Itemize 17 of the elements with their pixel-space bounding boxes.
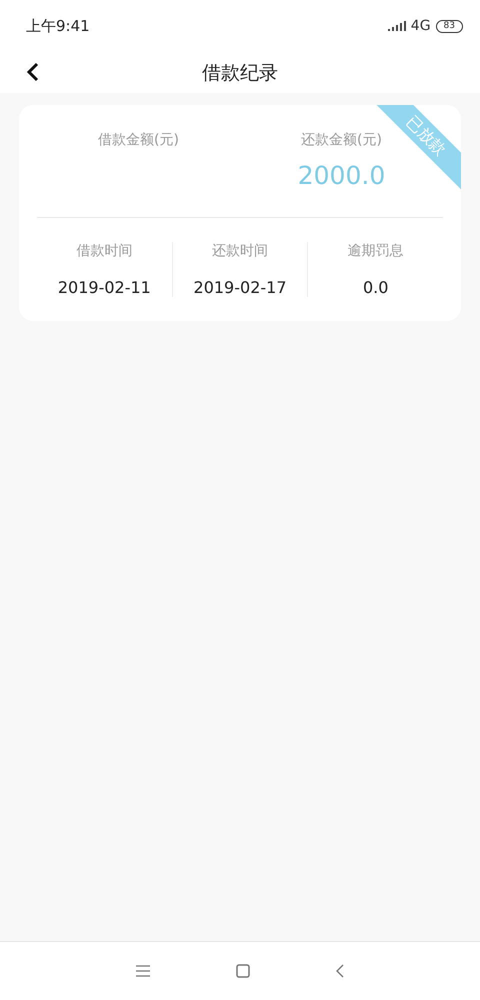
detail-value: 0.0	[362, 278, 388, 297]
back-icon[interactable]	[27, 62, 39, 82]
menu-icon[interactable]	[136, 965, 150, 977]
amount-value: 2000.0	[298, 161, 386, 190]
status-time: 上午9:41	[26, 16, 90, 36]
network-label: 4G	[410, 18, 431, 34]
home-icon[interactable]	[236, 964, 250, 978]
detail-value: 2019-02-17	[194, 278, 286, 297]
detail-value: 2019-02-11	[58, 278, 151, 297]
amount-label: 还款金额(元)	[301, 131, 382, 149]
amount-label: 借款金额(元)	[98, 131, 179, 149]
detail-label: 逾期罚息	[348, 242, 404, 260]
battery-icon: 83	[436, 20, 463, 32]
detail-label: 还款时间	[212, 242, 268, 260]
detail-label: 借款时间	[76, 242, 132, 260]
signal-icon	[388, 21, 406, 31]
page-title: 借款纪录	[202, 60, 278, 86]
